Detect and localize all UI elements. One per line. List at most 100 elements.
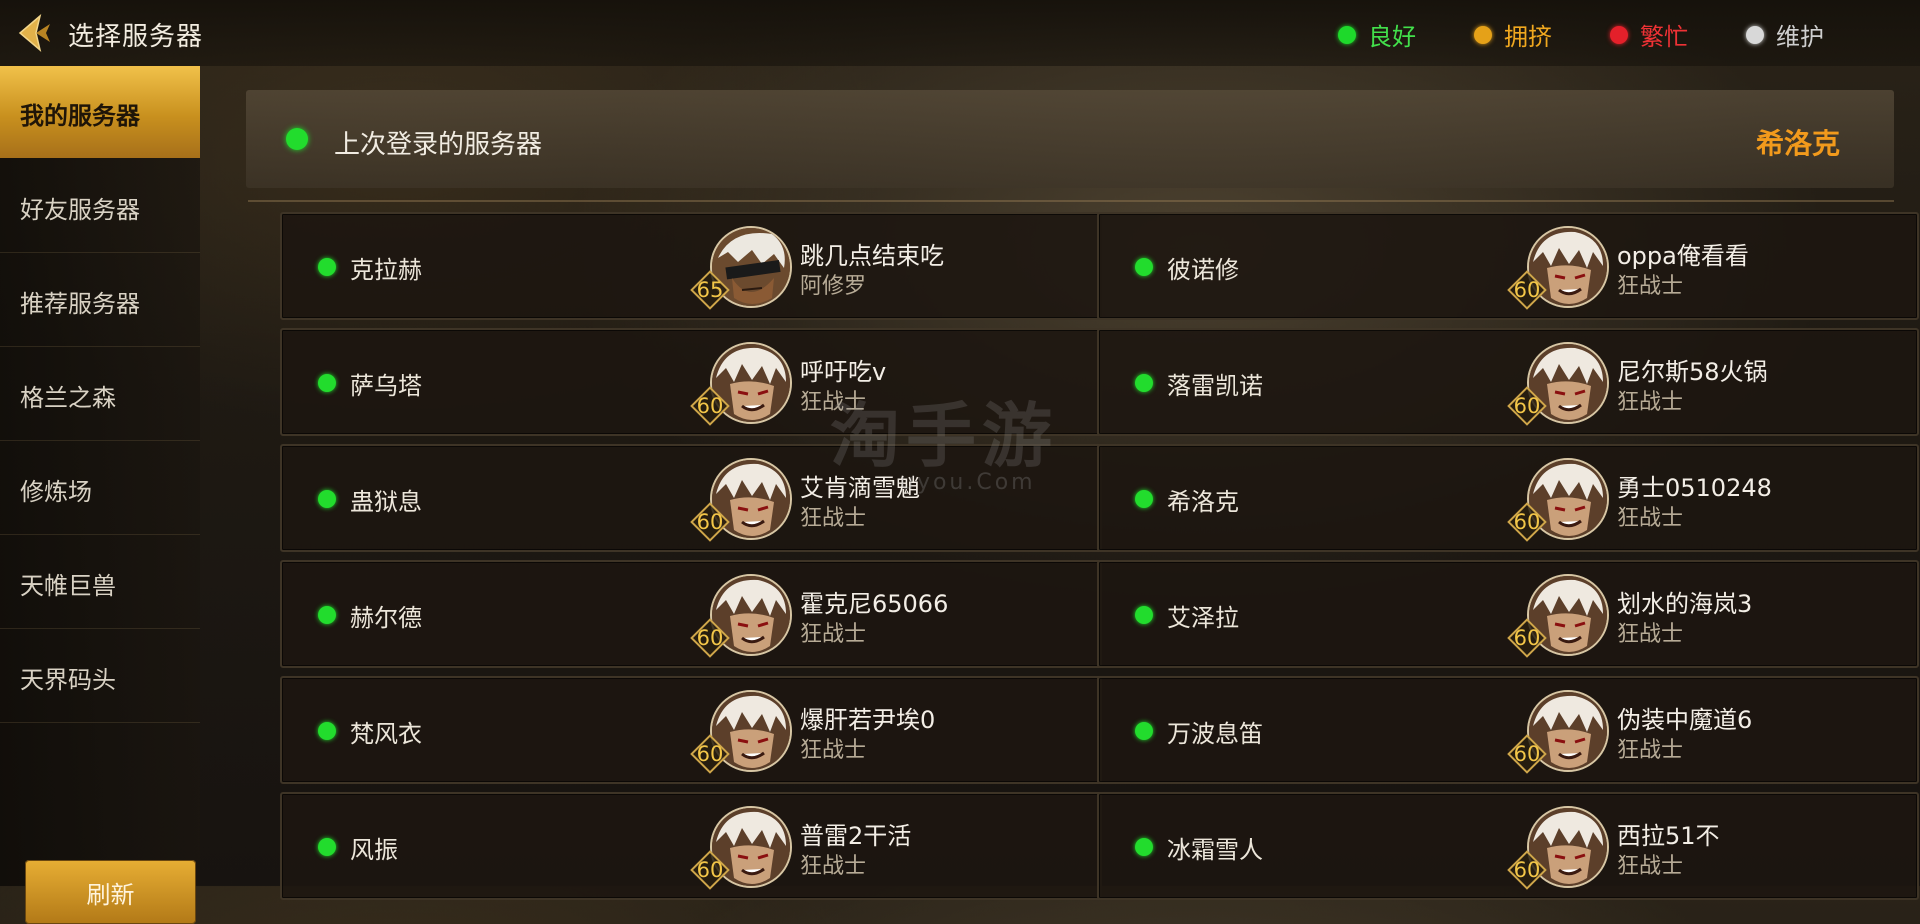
- character-name: 呼吁吃v: [800, 358, 887, 386]
- status-dot-icon: [1135, 722, 1153, 740]
- server-name: 克拉赫: [350, 256, 422, 284]
- status-dot-icon: [1338, 25, 1356, 44]
- legend-label: 维护: [1776, 23, 1824, 51]
- character-name: 伪装中魔道6: [1617, 706, 1753, 734]
- status-dot-icon: [1746, 25, 1764, 44]
- sidebar: 我的服务器好友服务器推荐服务器格兰之森修炼场天帷巨兽天界码头刷新: [0, 66, 200, 924]
- sidebar-item[interactable]: 好友服务器: [0, 160, 200, 253]
- sidebar-item[interactable]: 天界码头: [0, 630, 200, 723]
- character-class: 狂战士: [800, 506, 867, 531]
- legend-item: 维护: [1746, 17, 1824, 52]
- server-card[interactable]: 克拉赫 65 跳几点结束吃 阿修罗: [280, 212, 1102, 320]
- server-card[interactable]: 希洛克 60 勇士0510248 狂战士: [1097, 444, 1919, 552]
- character-name: 划水的海岚3: [1617, 590, 1753, 618]
- level-badge: 60: [690, 618, 730, 658]
- sidebar-item[interactable]: 我的服务器: [0, 66, 200, 158]
- sidebar-item-label: 格兰之森: [20, 384, 116, 412]
- last-login-panel[interactable]: 上次登录的服务器 希洛克: [246, 90, 1894, 188]
- level-badge: 65: [690, 270, 730, 310]
- top-bar: 选择服务器 良好 拥挤 繁忙 维护: [0, 0, 1920, 66]
- sidebar-item[interactable]: 修炼场: [0, 442, 200, 535]
- server-name: 梵风衣: [350, 720, 422, 748]
- level-badge: 60: [1507, 386, 1547, 426]
- character-name: 勇士0510248: [1617, 474, 1772, 502]
- character-class: 阿修罗: [800, 274, 867, 299]
- character-name: 爆肝若尹埃0: [800, 706, 936, 734]
- character-class: 狂战士: [800, 390, 867, 415]
- sidebar-item-label: 天帷巨兽: [20, 572, 116, 600]
- server-card[interactable]: 落雷凯诺 60 尼尔斯58火锅 狂战士: [1097, 328, 1919, 436]
- character-class: 狂战士: [1617, 506, 1684, 531]
- level-badge: 60: [1507, 734, 1547, 774]
- character-level: 60: [1513, 858, 1541, 882]
- character-class: 狂战士: [800, 622, 867, 647]
- character-name: 跳几点结束吃: [800, 242, 944, 270]
- level-badge: 60: [1507, 502, 1547, 542]
- server-name: 赫尔德: [350, 604, 422, 632]
- sidebar-item-label: 天界码头: [20, 666, 116, 694]
- character-level: 60: [696, 626, 724, 650]
- server-card[interactable]: 风振 60 普雷2干活 狂战士: [280, 792, 1102, 900]
- server-name: 落雷凯诺: [1167, 372, 1263, 400]
- level-badge: 60: [1507, 618, 1547, 658]
- character-class: 狂战士: [1617, 390, 1684, 415]
- legend-label: 拥挤: [1504, 23, 1552, 51]
- server-name: 萨乌塔: [350, 372, 422, 400]
- last-login-server: 希洛克: [1755, 127, 1840, 160]
- last-login-label: 上次登录的服务器: [334, 130, 543, 160]
- divider: [248, 200, 1894, 202]
- character-class: 狂战士: [1617, 274, 1684, 299]
- sidebar-item[interactable]: 推荐服务器: [0, 254, 200, 347]
- sidebar-item-label: 好友服务器: [20, 196, 140, 224]
- status-dot-icon: [1135, 606, 1153, 624]
- character-level: 60: [696, 394, 724, 418]
- character-name: 普雷2干活: [800, 822, 912, 850]
- status-dot-icon: [318, 490, 336, 508]
- status-dot-icon: [318, 838, 336, 856]
- character-level: 60: [1513, 278, 1541, 302]
- character-level: 60: [1513, 394, 1541, 418]
- server-card[interactable]: 蛊狱息 60 艾肯滴雪魈狂战士: [280, 444, 1102, 552]
- status-dot: [286, 128, 308, 150]
- server-name: 希洛克: [1167, 488, 1239, 516]
- server-name: 艾泽拉: [1167, 604, 1239, 632]
- status-dot-icon: [1135, 838, 1153, 856]
- server-card[interactable]: 万波息笛 60 伪装中魔道6 狂战士: [1097, 676, 1919, 784]
- character-level: 60: [1513, 742, 1541, 766]
- sidebar-item-label: 修炼场: [20, 478, 92, 506]
- server-name: 冰霜雪人: [1167, 836, 1263, 864]
- sidebar-item[interactable]: 天帷巨兽: [0, 536, 200, 629]
- level-badge: 60: [690, 502, 730, 542]
- character-name: 霍克尼65066: [800, 590, 949, 618]
- character-level: 60: [1513, 510, 1541, 534]
- legend-item: 拥挤: [1474, 17, 1552, 52]
- status-dot-icon: [318, 606, 336, 624]
- status-legend: 良好 拥挤 繁忙 维护: [1338, 17, 1824, 52]
- refresh-button[interactable]: 刷新: [25, 860, 196, 924]
- legend-label: 良好: [1368, 23, 1416, 51]
- sidebar-item[interactable]: 格兰之森: [0, 348, 200, 441]
- level-badge: 60: [1507, 850, 1547, 890]
- character-class: 狂战士: [1617, 738, 1684, 763]
- character-name: 艾肯滴雪魈: [800, 474, 920, 502]
- sidebar-item-label: 我的服务器: [20, 102, 140, 130]
- legend-label: 繁忙: [1640, 23, 1688, 51]
- server-card[interactable]: 艾泽拉 60 划水的海岚3 狂战士: [1097, 560, 1919, 668]
- character-level: 65: [696, 278, 724, 302]
- level-badge: 60: [1507, 270, 1547, 310]
- server-name: 蛊狱息: [350, 488, 422, 516]
- server-card[interactable]: 赫尔德 60 霍克尼65066 狂战士: [280, 560, 1102, 668]
- level-badge: 60: [690, 386, 730, 426]
- server-card[interactable]: 彼诺修 60 oppa俺看看 狂战士: [1097, 212, 1919, 320]
- status-dot-icon: [1135, 374, 1153, 392]
- status-dot-icon: [318, 722, 336, 740]
- status-dot-icon: [318, 258, 336, 276]
- server-card[interactable]: 萨乌塔 60 呼吁吃v 狂战士: [280, 328, 1102, 436]
- server-card[interactable]: 冰霜雪人 60 西拉51不 狂战士: [1097, 792, 1919, 900]
- server-card[interactable]: 梵风衣 60 爆肝若尹埃0 狂战士: [280, 676, 1102, 784]
- back-arrow-icon[interactable]: [10, 10, 56, 56]
- status-dot-icon: [1135, 490, 1153, 508]
- character-class: 狂战士: [800, 854, 867, 879]
- character-name: 西拉51不: [1617, 822, 1720, 850]
- server-name: 风振: [350, 836, 398, 864]
